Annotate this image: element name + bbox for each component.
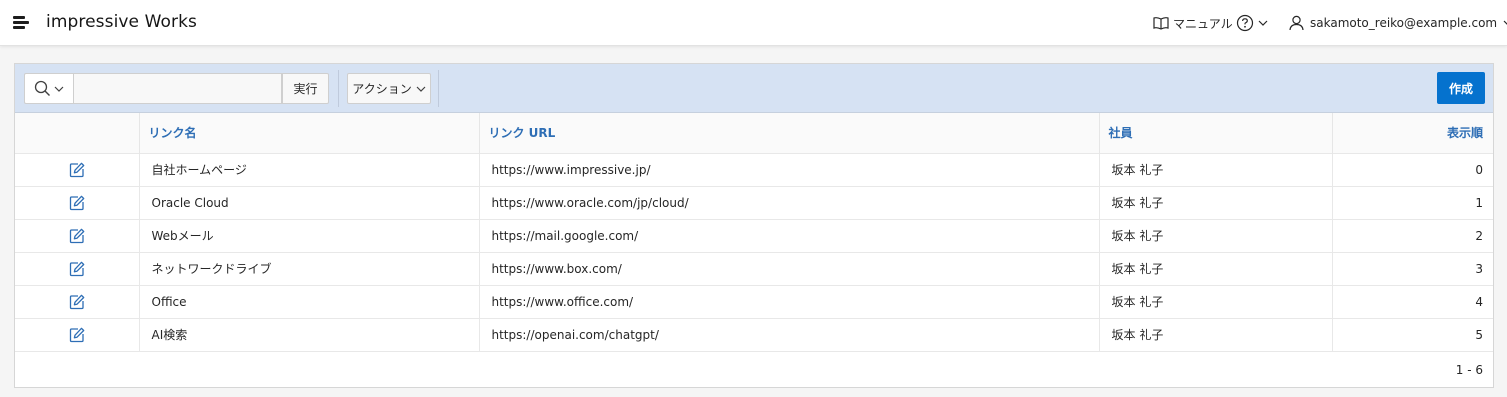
- go-button[interactable]: 実行: [282, 73, 329, 104]
- employee-cell: 坂本 礼子: [1099, 185, 1333, 219]
- column-header-link-name[interactable]: リンク名: [139, 113, 480, 153]
- display-order-cell: 1: [1332, 185, 1493, 219]
- actions-label: アクション: [352, 82, 412, 96]
- link-url-cell: https://www.impressive.jp/: [479, 152, 1100, 186]
- edit-cell: [15, 317, 140, 351]
- display-order-cell: 4: [1332, 284, 1493, 318]
- edit-row-link[interactable]: [69, 162, 85, 178]
- app-header: impressive Works マニュアル sakamoto_reiko@ex…: [0, 0, 1507, 46]
- column-header-link-url[interactable]: リンク URL: [479, 113, 1100, 153]
- chevron-down-icon: [416, 86, 426, 92]
- column-header-employee[interactable]: 社員: [1099, 113, 1333, 153]
- edit-cell: [15, 218, 140, 252]
- chevron-down-icon: [1503, 20, 1507, 25]
- link-url-cell: https://www.office.com/: [479, 284, 1100, 318]
- table-row: ネットワークドライブ https://www.box.com/坂本 礼子 3: [15, 251, 1493, 285]
- column-header-edit: [15, 113, 140, 153]
- manual-link[interactable]: マニュアル: [1153, 13, 1233, 33]
- edit-row-link[interactable]: [69, 228, 85, 244]
- edit-cell: [15, 185, 140, 219]
- display-order-cell: 0: [1332, 152, 1493, 186]
- chevron-down-icon: [1258, 20, 1268, 26]
- employee-cell: 坂本 礼子: [1099, 317, 1333, 351]
- display-order-cell: 5: [1332, 317, 1493, 351]
- help-menu[interactable]: [1236, 13, 1268, 33]
- chevron-down-icon: [54, 86, 64, 92]
- edit-row-link[interactable]: [69, 327, 85, 343]
- link-name-cell: 自社ホームページ: [139, 152, 480, 186]
- menu-icon[interactable]: [11, 13, 33, 33]
- table-row: Webメール https://mail.google.com/坂本 礼子 2: [15, 218, 1493, 252]
- edit-cell: [15, 284, 140, 318]
- link-url-cell: https://openai.com/chatgpt/: [479, 317, 1100, 351]
- user-icon: [1289, 15, 1304, 31]
- table-row: Oracle Cloud https://www.oracle.com/jp/cl…: [15, 185, 1493, 219]
- link-name-cell: Webメール: [139, 218, 480, 252]
- display-order-cell: 2: [1332, 218, 1493, 252]
- display-order-cell: 3: [1332, 251, 1493, 285]
- employee-cell: 坂本 礼子: [1099, 152, 1333, 186]
- search-icon: [34, 80, 50, 96]
- user-menu[interactable]: sakamoto_reiko@example.com: [1289, 13, 1507, 33]
- app-title[interactable]: impressive Works: [46, 12, 197, 32]
- report-toolbar: 実行 アクション 作成: [15, 64, 1493, 113]
- report-region: 実行 アクション 作成 リンク名 リンク URL 社員 表示順 自社ホームページ…: [14, 63, 1494, 388]
- edit-cell: [15, 152, 140, 186]
- employee-cell: 坂本 礼子: [1099, 284, 1333, 318]
- report-table: リンク名 リンク URL 社員 表示順 自社ホームページ https://www.…: [15, 113, 1493, 388]
- search-input[interactable]: [73, 73, 282, 104]
- link-url-cell: https://mail.google.com/: [479, 218, 1100, 252]
- edit-icon: [69, 162, 85, 177]
- edit-row-link[interactable]: [69, 261, 85, 277]
- employee-cell: 坂本 礼子: [1099, 251, 1333, 285]
- column-header-display-order[interactable]: 表示順: [1332, 113, 1493, 153]
- pagination-text: 1 - 6: [15, 350, 1493, 388]
- table-row: Office https://www.office.com/坂本 礼子 4: [15, 284, 1493, 318]
- table-row: 自社ホームページ https://www.impressive.jp/坂本 礼子 0: [15, 152, 1493, 186]
- help-icon: [1236, 14, 1254, 32]
- toolbar-divider: [438, 70, 439, 107]
- table-body: 自社ホームページ https://www.impressive.jp/坂本 礼子 0…: [15, 152, 1493, 351]
- table-footer: 1 - 6: [15, 350, 1493, 388]
- employee-cell: 坂本 礼子: [1099, 218, 1333, 252]
- edit-icon: [69, 327, 85, 342]
- link-name-cell: Office: [139, 284, 480, 318]
- create-button[interactable]: 作成: [1437, 72, 1485, 104]
- link-url-cell: https://www.oracle.com/jp/cloud/: [479, 185, 1100, 219]
- edit-row-link[interactable]: [69, 294, 85, 310]
- actions-menu-button[interactable]: アクション: [347, 73, 431, 104]
- table-row: AI検索 https://openai.com/chatgpt/坂本 礼子 5: [15, 317, 1493, 351]
- toolbar-divider: [338, 70, 339, 107]
- link-url-cell: https://www.box.com/: [479, 251, 1100, 285]
- link-name-cell: Oracle Cloud: [139, 185, 480, 219]
- link-name-cell: AI検索: [139, 317, 480, 351]
- edit-icon: [69, 228, 85, 243]
- edit-row-link[interactable]: [69, 195, 85, 211]
- edit-icon: [69, 294, 85, 309]
- search-column-menu[interactable]: [24, 73, 73, 104]
- link-name-cell: ネットワークドライブ: [139, 251, 480, 285]
- edit-cell: [15, 251, 140, 285]
- user-email: sakamoto_reiko@example.com: [1310, 16, 1498, 30]
- book-icon: [1153, 17, 1169, 30]
- edit-icon: [69, 195, 85, 210]
- edit-icon: [69, 261, 85, 276]
- manual-label: マニュアル: [1173, 16, 1233, 31]
- table-header-row: リンク名 リンク URL 社員 表示順: [15, 113, 1493, 153]
